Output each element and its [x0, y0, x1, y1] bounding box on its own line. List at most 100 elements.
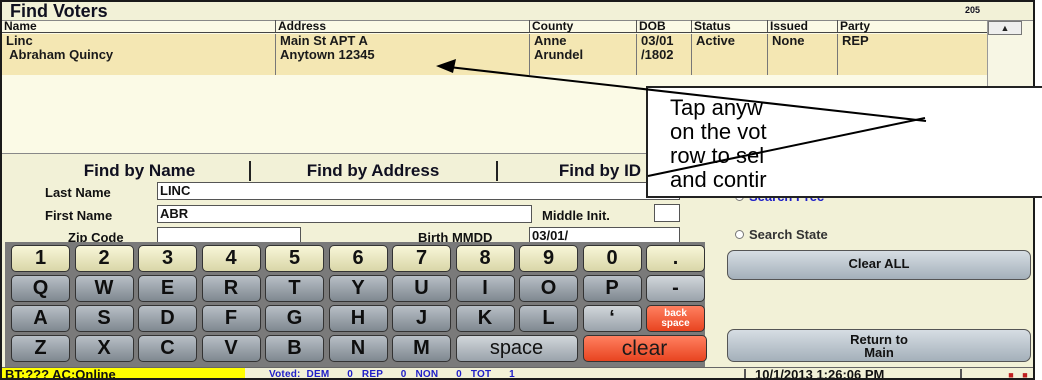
network-icon[interactable]: ■ — [1020, 369, 1030, 378]
cell-county: Anne Arundel — [529, 34, 636, 75]
key-y[interactable]: Y — [328, 275, 388, 302]
address-line-2: Anytown 12345 — [280, 47, 375, 62]
key-d[interactable]: D — [138, 305, 197, 332]
key-4[interactable]: 4 — [201, 245, 261, 272]
callout-line-3: row to sel — [670, 143, 765, 168]
dob-line-1: 03/01 — [641, 33, 674, 48]
key-w[interactable]: W — [74, 275, 134, 302]
key-z[interactable]: Z — [11, 335, 70, 362]
key-period[interactable]: . — [646, 245, 705, 272]
key-u[interactable]: U — [392, 275, 451, 302]
status-separator — [960, 369, 962, 378]
tab-separator — [249, 161, 251, 181]
on-screen-keyboard: 1234567890. QWERTYUIOP- A S D F G H J K L ‘back sp… — [5, 242, 707, 367]
column-header-dob[interactable]: DOB — [636, 20, 666, 32]
key-n[interactable]: N — [328, 335, 388, 362]
radio-unselected-icon — [735, 230, 744, 240]
column-header-status[interactable]: Status — [691, 20, 731, 32]
key-8[interactable]: 8 — [455, 245, 515, 272]
clear-all-button[interactable]: Clear ALL — [727, 250, 1031, 280]
status-bar: BT:??? AC:Online Voted: DEM 0 REP 0 NON … — [2, 367, 1033, 380]
name-line-1: Linc — [6, 33, 33, 48]
key-j[interactable]: J — [392, 305, 451, 332]
tab-separator — [496, 161, 498, 181]
key-dash[interactable]: - — [646, 275, 705, 302]
cell-address: Main St APT A Anytown 12345 — [275, 34, 529, 75]
key-o[interactable]: O — [519, 275, 578, 302]
column-header-address[interactable]: Address — [275, 20, 326, 32]
voter-row[interactable]: Linc Abraham Quincy Main St APT A Anytow… — [2, 34, 987, 75]
backspace-label-2: space — [661, 318, 690, 329]
key-6[interactable]: 6 — [328, 245, 388, 272]
key-0[interactable]: 0 — [582, 245, 642, 272]
column-header-name[interactable]: Name — [2, 20, 37, 32]
scroll-up-button[interactable]: ▲ — [988, 21, 1022, 35]
record-count: 205 — [965, 5, 981, 15]
return-to-main-button[interactable]: Return to Main — [727, 329, 1031, 362]
first-name-field[interactable]: ABR — [157, 205, 532, 223]
name-line-2: Abraham Quincy — [6, 47, 114, 62]
key-b[interactable]: B — [265, 335, 324, 362]
county-line-1: Anne — [534, 33, 567, 48]
cell-name: Linc Abraham Quincy — [2, 34, 275, 75]
bt-status: BT:??? AC:Online — [2, 368, 245, 378]
title-bar: Find Voters 205 — [2, 2, 1033, 21]
address-line-1: Main St APT A — [280, 33, 368, 48]
callout-line-1: Tap anyw — [670, 95, 763, 120]
callout-line-4: and contir — [670, 167, 767, 192]
county-line-2: Arundel — [534, 47, 584, 62]
last-name-label: Last Name — [45, 185, 111, 200]
key-p[interactable]: P — [582, 275, 642, 302]
tab-find-by-address[interactable]: Find by Address — [254, 160, 492, 182]
voted-counts: Voted: DEM 0 REP 0 NON 0 TOT 1 — [269, 369, 515, 380]
key-m[interactable]: M — [392, 335, 451, 362]
column-header-issued[interactable]: Issued — [767, 20, 808, 32]
key-x[interactable]: X — [74, 335, 134, 362]
key-3[interactable]: 3 — [138, 245, 197, 272]
key-q[interactable]: Q — [11, 275, 70, 302]
key-g[interactable]: G — [265, 305, 324, 332]
cell-dob: 03/01 /1802 — [636, 34, 691, 75]
middle-initial-field[interactable] — [654, 204, 680, 222]
key-a[interactable]: A — [11, 305, 70, 332]
key-i[interactable]: I — [455, 275, 515, 302]
key-h[interactable]: H — [328, 305, 388, 332]
key-t[interactable]: T — [265, 275, 324, 302]
key-9[interactable]: 9 — [519, 245, 578, 272]
help-callout: Tap anyw on the vot row to sel and conti… — [646, 86, 1042, 198]
key-2[interactable]: 2 — [74, 245, 134, 272]
key-f[interactable]: F — [201, 305, 261, 332]
column-header-party[interactable]: Party — [837, 20, 870, 32]
last-name-field[interactable]: LINC — [157, 182, 680, 200]
status-separator — [744, 369, 746, 378]
return-label-line-2: Main — [864, 345, 894, 360]
radio-search-state-label: Search State — [749, 227, 828, 242]
space-key[interactable]: space — [455, 335, 578, 362]
key-s[interactable]: S — [74, 305, 134, 332]
cell-status: Active — [691, 34, 767, 75]
key-k[interactable]: K — [455, 305, 515, 332]
date-time: 10/1/2013 1:26:06 PM — [755, 367, 885, 380]
key-apostrophe[interactable]: ‘ — [582, 305, 642, 332]
key-7[interactable]: 7 — [392, 245, 451, 272]
key-5[interactable]: 5 — [265, 245, 324, 272]
middle-initial-label: Middle Init. — [542, 208, 610, 223]
key-l[interactable]: L — [519, 305, 578, 332]
grid-header: Name Address County DOB Status Issued Pa… — [2, 20, 987, 33]
backspace-key[interactable]: back space — [646, 305, 705, 332]
column-header-county[interactable]: County — [529, 20, 573, 32]
key-r[interactable]: R — [201, 275, 261, 302]
dob-line-2: /1802 — [641, 47, 674, 62]
printer-icon[interactable]: ■ — [1006, 369, 1016, 378]
key-e[interactable]: E — [138, 275, 197, 302]
clear-key[interactable]: clear — [582, 335, 707, 362]
cell-issued: None — [767, 34, 837, 75]
key-v[interactable]: V — [201, 335, 261, 362]
callout-line-2: on the vot — [670, 119, 767, 144]
tab-find-by-name[interactable]: Find by Name — [37, 160, 242, 182]
key-c[interactable]: C — [138, 335, 197, 362]
cell-party: REP — [837, 34, 987, 75]
first-name-label: First Name — [45, 208, 113, 223]
key-1[interactable]: 1 — [11, 245, 70, 272]
radio-search-state[interactable]: Search State — [735, 227, 828, 242]
